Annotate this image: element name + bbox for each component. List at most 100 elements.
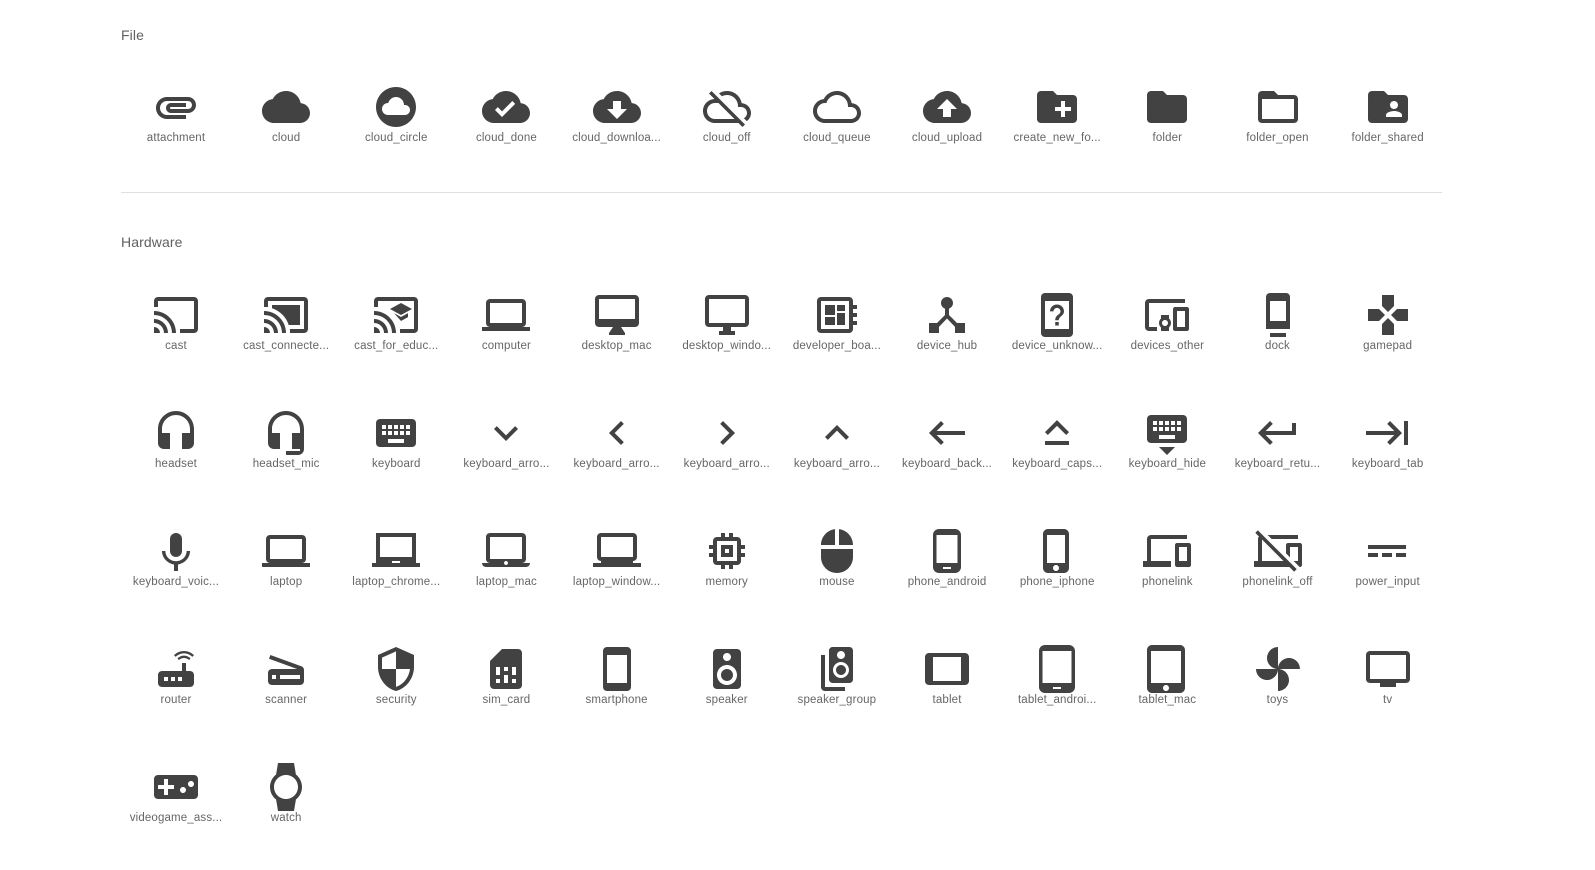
icon-tile[interactable]: device_unknow...	[1002, 280, 1112, 398]
icon-tile[interactable]: desktop_windo...	[672, 280, 782, 398]
icon-tile[interactable]: toys	[1223, 634, 1333, 752]
icon-tile[interactable]: power_input	[1333, 516, 1443, 634]
icon-tile[interactable]: keyboard_back...	[892, 398, 1002, 516]
icon-label: headset_mic	[252, 458, 320, 470]
icon-label: scanner	[265, 694, 308, 706]
icon-tile[interactable]: phone_iphone	[1002, 516, 1112, 634]
icon-tile[interactable]: cloud_off	[672, 72, 782, 190]
icon-tile[interactable]: dock	[1223, 280, 1333, 398]
section-title-hardware: Hardware	[121, 234, 183, 250]
icon-tile[interactable]: computer	[451, 280, 561, 398]
icon-tile[interactable]: laptop_mac	[451, 516, 561, 634]
icon-label: headset	[155, 458, 197, 470]
icon-tile[interactable]: headset_mic	[231, 398, 341, 516]
keyboard-arrow-down-icon	[494, 426, 519, 441]
icon-tile[interactable]: desktop_mac	[562, 280, 672, 398]
icon-tile[interactable]: videogame_ass...	[121, 752, 231, 870]
keyboard-voice-icon	[162, 533, 190, 571]
icon-tile[interactable]: mouse	[782, 516, 892, 634]
icon-tile[interactable]: watch	[231, 752, 341, 870]
icon-tile[interactable]: cloud	[231, 72, 341, 190]
icon-tile[interactable]: gamepad	[1333, 280, 1443, 398]
icon-tile[interactable]: router	[121, 634, 231, 752]
create-new-folder-icon	[1037, 91, 1078, 123]
tablet-mac-icon	[1147, 645, 1186, 693]
icon-label: cloud_done	[475, 132, 537, 144]
icon-tile[interactable]: keyboard_hide	[1112, 398, 1222, 516]
icon-tile[interactable]: keyboard_arro...	[672, 398, 782, 516]
icon-tile[interactable]: speaker_group	[782, 634, 892, 752]
icon-tile[interactable]: folder_shared	[1333, 72, 1443, 190]
cast-icon	[154, 297, 198, 333]
icon-tile[interactable]: memory	[672, 516, 782, 634]
icon-tile[interactable]: keyboard_arro...	[451, 398, 561, 516]
icon-tile[interactable]: cloud_queue	[782, 72, 892, 190]
icon-tile[interactable]: keyboard_tab	[1333, 398, 1443, 516]
keyboard-capslock-icon	[1045, 420, 1070, 445]
icon-tile[interactable]: cast_for_educ...	[341, 280, 451, 398]
keyboard-arrow-up-icon	[824, 425, 849, 440]
icon-label: cloud_off	[702, 132, 751, 144]
icon-tile[interactable]: speaker	[672, 634, 782, 752]
icon-tile[interactable]: cast	[121, 280, 231, 398]
icon-label: computer	[481, 340, 531, 352]
icon-tile[interactable]: keyboard_arro...	[562, 398, 672, 516]
icon-tile[interactable]: phonelink	[1112, 516, 1222, 634]
section-divider	[121, 192, 1442, 193]
computer-icon	[482, 299, 531, 331]
icon-label: laptop_window...	[572, 576, 661, 588]
icon-label: desktop_mac	[581, 340, 652, 352]
laptop-mac-icon	[482, 533, 531, 567]
icon-label: keyboard	[372, 458, 421, 470]
icon-tile[interactable]: keyboard	[341, 398, 451, 516]
icon-tile[interactable]: folder	[1112, 72, 1222, 190]
icon-label: folder_shared	[1351, 132, 1424, 144]
icon-label: phone_android	[907, 576, 987, 588]
icon-tile[interactable]: cloud_done	[451, 72, 561, 190]
icon-tile[interactable]: tv	[1333, 634, 1443, 752]
tv-icon	[1365, 651, 1410, 687]
videogame-asset-icon	[154, 775, 198, 799]
icon-tile[interactable]: tablet_androi...	[1002, 634, 1112, 752]
icon-tile[interactable]: laptop	[231, 516, 341, 634]
icon-tile[interactable]: headset	[121, 398, 231, 516]
icon-tile[interactable]: device_hub	[892, 280, 1002, 398]
icon-label: developer_boa...	[792, 340, 881, 352]
icon-tile[interactable]: scanner	[231, 634, 341, 752]
icon-label: keyboard_retu...	[1234, 458, 1321, 470]
icon-tile[interactable]: attachment	[121, 72, 231, 190]
icon-label: memory	[705, 576, 748, 588]
keyboard-icon	[376, 419, 417, 447]
icon-label: cloud_circle	[365, 132, 428, 144]
icon-tile[interactable]: tablet	[892, 634, 1002, 752]
icon-tile[interactable]: keyboard_retu...	[1223, 398, 1333, 516]
icon-tile[interactable]: sim_card	[451, 634, 561, 752]
icon-label: toys	[1266, 694, 1289, 706]
folder-open-icon	[1257, 91, 1298, 123]
icon-tile[interactable]: laptop_chrome...	[341, 516, 451, 634]
cast-for-education-icon	[374, 297, 419, 333]
icon-tile[interactable]: security	[341, 634, 451, 752]
icon-tile[interactable]: keyboard_voic...	[121, 516, 231, 634]
icon-tile[interactable]: phonelink_off	[1223, 516, 1333, 634]
icon-tile[interactable]: cloud_upload	[892, 72, 1002, 190]
icon-tile[interactable]: smartphone	[562, 634, 672, 752]
icon-label: folder	[1152, 132, 1183, 144]
icon-tile[interactable]: keyboard_caps...	[1002, 398, 1112, 516]
icon-tile[interactable]: developer_boa...	[782, 280, 892, 398]
desktop-mac-icon	[594, 295, 639, 335]
icon-tile[interactable]: tablet_mac	[1112, 634, 1222, 752]
icon-tile[interactable]: cast_connecte...	[231, 280, 341, 398]
icon-tile[interactable]: cloud_downloa...	[562, 72, 672, 190]
icon-tile[interactable]: keyboard_arro...	[782, 398, 892, 516]
cloud-download-icon	[592, 91, 641, 123]
icon-tile[interactable]: cloud_circle	[341, 72, 451, 190]
speaker-group-icon	[820, 647, 853, 691]
phonelink-off-icon	[1253, 530, 1302, 572]
icon-tile[interactable]: laptop_window...	[562, 516, 672, 634]
icon-tile[interactable]: folder_open	[1223, 72, 1333, 190]
keyboard-hide-icon	[1147, 415, 1188, 455]
icon-tile[interactable]: create_new_fo...	[1002, 72, 1112, 190]
icon-tile[interactable]: phone_android	[892, 516, 1002, 634]
icon-tile[interactable]: devices_other	[1112, 280, 1222, 398]
